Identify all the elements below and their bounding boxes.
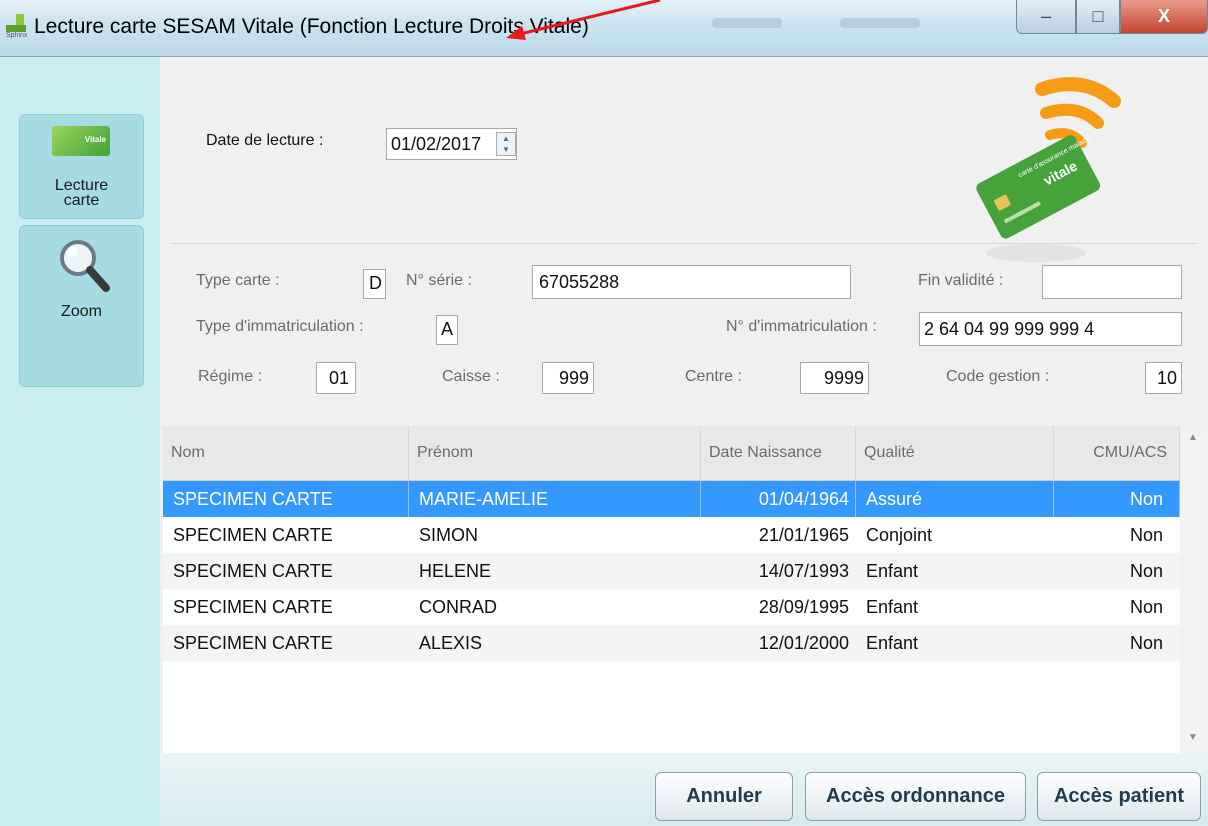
beneficiaries-table: Nom Prénom Date Naissance Qualité CMU/AC…	[163, 426, 1180, 753]
table-row[interactable]: SPECIMEN CARTE HELENE 14/07/1993 Enfant …	[163, 553, 1180, 589]
cell-qualite: Conjoint	[866, 525, 933, 545]
cell-qualite: Assuré	[856, 481, 1054, 517]
cell-date: 14/07/1993	[758, 561, 849, 581]
scroll-down-icon[interactable]: ▼	[1188, 732, 1198, 743]
serie-field[interactable]: 67055288	[532, 265, 851, 299]
scroll-up-icon[interactable]: ▲	[1188, 432, 1198, 443]
sidebar: Vitale Lecture carte Zoom	[0, 57, 160, 826]
cell-prenom: SIMON	[419, 525, 479, 545]
cell-prenom: HELENE	[419, 561, 492, 581]
type-carte-field[interactable]: D	[363, 269, 386, 299]
table-row[interactable]: SPECIMEN CARTE ALEXIS 12/01/2000 Enfant …	[163, 625, 1180, 661]
table-row[interactable]: SPECIMEN CARTE MARIE-AMELIE 01/04/1964 A…	[163, 481, 1180, 517]
cell-date: 01/04/1964	[701, 481, 856, 517]
minimize-button[interactable]: –	[1016, 0, 1076, 34]
sidebar-item-lecture-carte[interactable]: Vitale Lecture carte	[19, 114, 144, 219]
table-header: Nom Prénom Date Naissance Qualité CMU/AC…	[163, 426, 1180, 481]
main-panel: Date de lecture : 01/02/2017 ▲ ▼ carte d…	[160, 57, 1208, 826]
sidebar-item-zoom[interactable]: Zoom	[19, 225, 144, 387]
regime-field[interactable]: 01	[316, 362, 356, 394]
code-gestion-label: Code gestion :	[946, 368, 1050, 385]
cancel-button[interactable]: Annuler	[655, 772, 793, 821]
date-label: Date de lecture :	[206, 132, 324, 149]
cell-prenom: ALEXIS	[419, 633, 483, 653]
num-immat-label: N° d'immatriculation :	[726, 318, 877, 335]
centre-field[interactable]: 9999	[800, 362, 869, 394]
cell-nom: SPECIMEN CARTE	[163, 481, 409, 517]
sidebar-item-label: Lecture	[54, 177, 109, 194]
column-header-date[interactable]: Date Naissance	[701, 426, 856, 480]
separator	[170, 243, 1198, 244]
sidebar-item-label: Zoom	[61, 303, 102, 320]
fin-validite-label: Fin validité :	[918, 272, 1004, 289]
cell-nom: SPECIMEN CARTE	[173, 633, 333, 653]
column-header-nom[interactable]: Nom	[163, 426, 409, 480]
fin-validite-field[interactable]	[1042, 265, 1182, 299]
acces-ordonnance-button[interactable]: Accès ordonnance	[805, 772, 1026, 821]
cell-nom: SPECIMEN CARTE	[173, 561, 333, 581]
cell-nom: SPECIMEN CARTE	[173, 597, 333, 617]
caisse-label: Caisse :	[442, 368, 500, 385]
sidebar-item-label: carte	[63, 192, 100, 209]
acces-patient-button[interactable]: Accès patient	[1037, 772, 1201, 821]
caisse-field[interactable]: 999	[542, 362, 594, 394]
table-row[interactable]: SPECIMEN CARTE SIMON 21/01/1965 Conjoint…	[163, 517, 1180, 553]
close-button[interactable]: X	[1120, 0, 1208, 34]
app-icon: Sphinx	[6, 14, 34, 40]
cell-cmu: Non	[1129, 597, 1163, 617]
type-carte-label: Type carte :	[196, 272, 280, 289]
cell-qualite: Enfant	[866, 633, 919, 653]
window-controls: – □ X	[1016, 0, 1208, 34]
vitale-card-icon: Vitale	[52, 126, 110, 156]
column-header-qualite[interactable]: Qualité	[856, 426, 1054, 480]
cell-date: 12/01/2000	[758, 633, 849, 653]
num-immat-field[interactable]: 2 64 04 99 999 999 4	[919, 312, 1182, 346]
cell-qualite: Enfant	[866, 597, 919, 617]
column-header-cmu[interactable]: CMU/ACS	[1054, 426, 1180, 480]
type-immat-label: Type d'immatriculation :	[196, 318, 364, 335]
code-gestion-field[interactable]: 10	[1145, 362, 1182, 394]
table-scrollbar[interactable]: ▲ ▼	[1180, 426, 1208, 753]
cell-cmu: Non	[1129, 561, 1163, 581]
vitale-card-illustration: carte d'assurance maladie vitale	[976, 77, 1121, 262]
cell-cmu: Non	[1054, 481, 1180, 517]
cell-qualite: Enfant	[866, 561, 919, 581]
cell-cmu: Non	[1129, 633, 1163, 653]
cell-prenom: CONRAD	[419, 597, 498, 617]
background-blur	[712, 18, 782, 28]
column-header-prenom[interactable]: Prénom	[409, 426, 701, 480]
title-bar: Sphinx Lecture carte SESAM Vitale (Fonct…	[0, 0, 1208, 57]
cell-date: 21/01/1965	[758, 525, 849, 545]
spin-up-icon[interactable]: ▲	[497, 133, 515, 144]
type-immat-field[interactable]: A	[436, 315, 458, 345]
cell-nom: SPECIMEN CARTE	[173, 525, 333, 545]
serie-label: N° série :	[406, 272, 472, 289]
button-bar: Annuler Accès ordonnance Accès patient	[160, 753, 1208, 826]
cell-date: 28/09/1995	[758, 597, 849, 617]
magnifier-icon	[60, 240, 110, 292]
maximize-button[interactable]: □	[1076, 0, 1120, 34]
cell-prenom: MARIE-AMELIE	[409, 481, 701, 517]
background-blur	[840, 18, 920, 28]
table-row[interactable]: SPECIMEN CARTE CONRAD 28/09/1995 Enfant …	[163, 589, 1180, 625]
cell-cmu: Non	[1129, 525, 1163, 545]
spin-down-icon[interactable]: ▼	[497, 144, 515, 155]
centre-label: Centre :	[685, 368, 742, 385]
date-spinner[interactable]: ▲ ▼	[496, 132, 516, 156]
window-title: Lecture carte SESAM Vitale (Fonction Lec…	[34, 15, 589, 38]
regime-label: Régime :	[198, 368, 263, 385]
